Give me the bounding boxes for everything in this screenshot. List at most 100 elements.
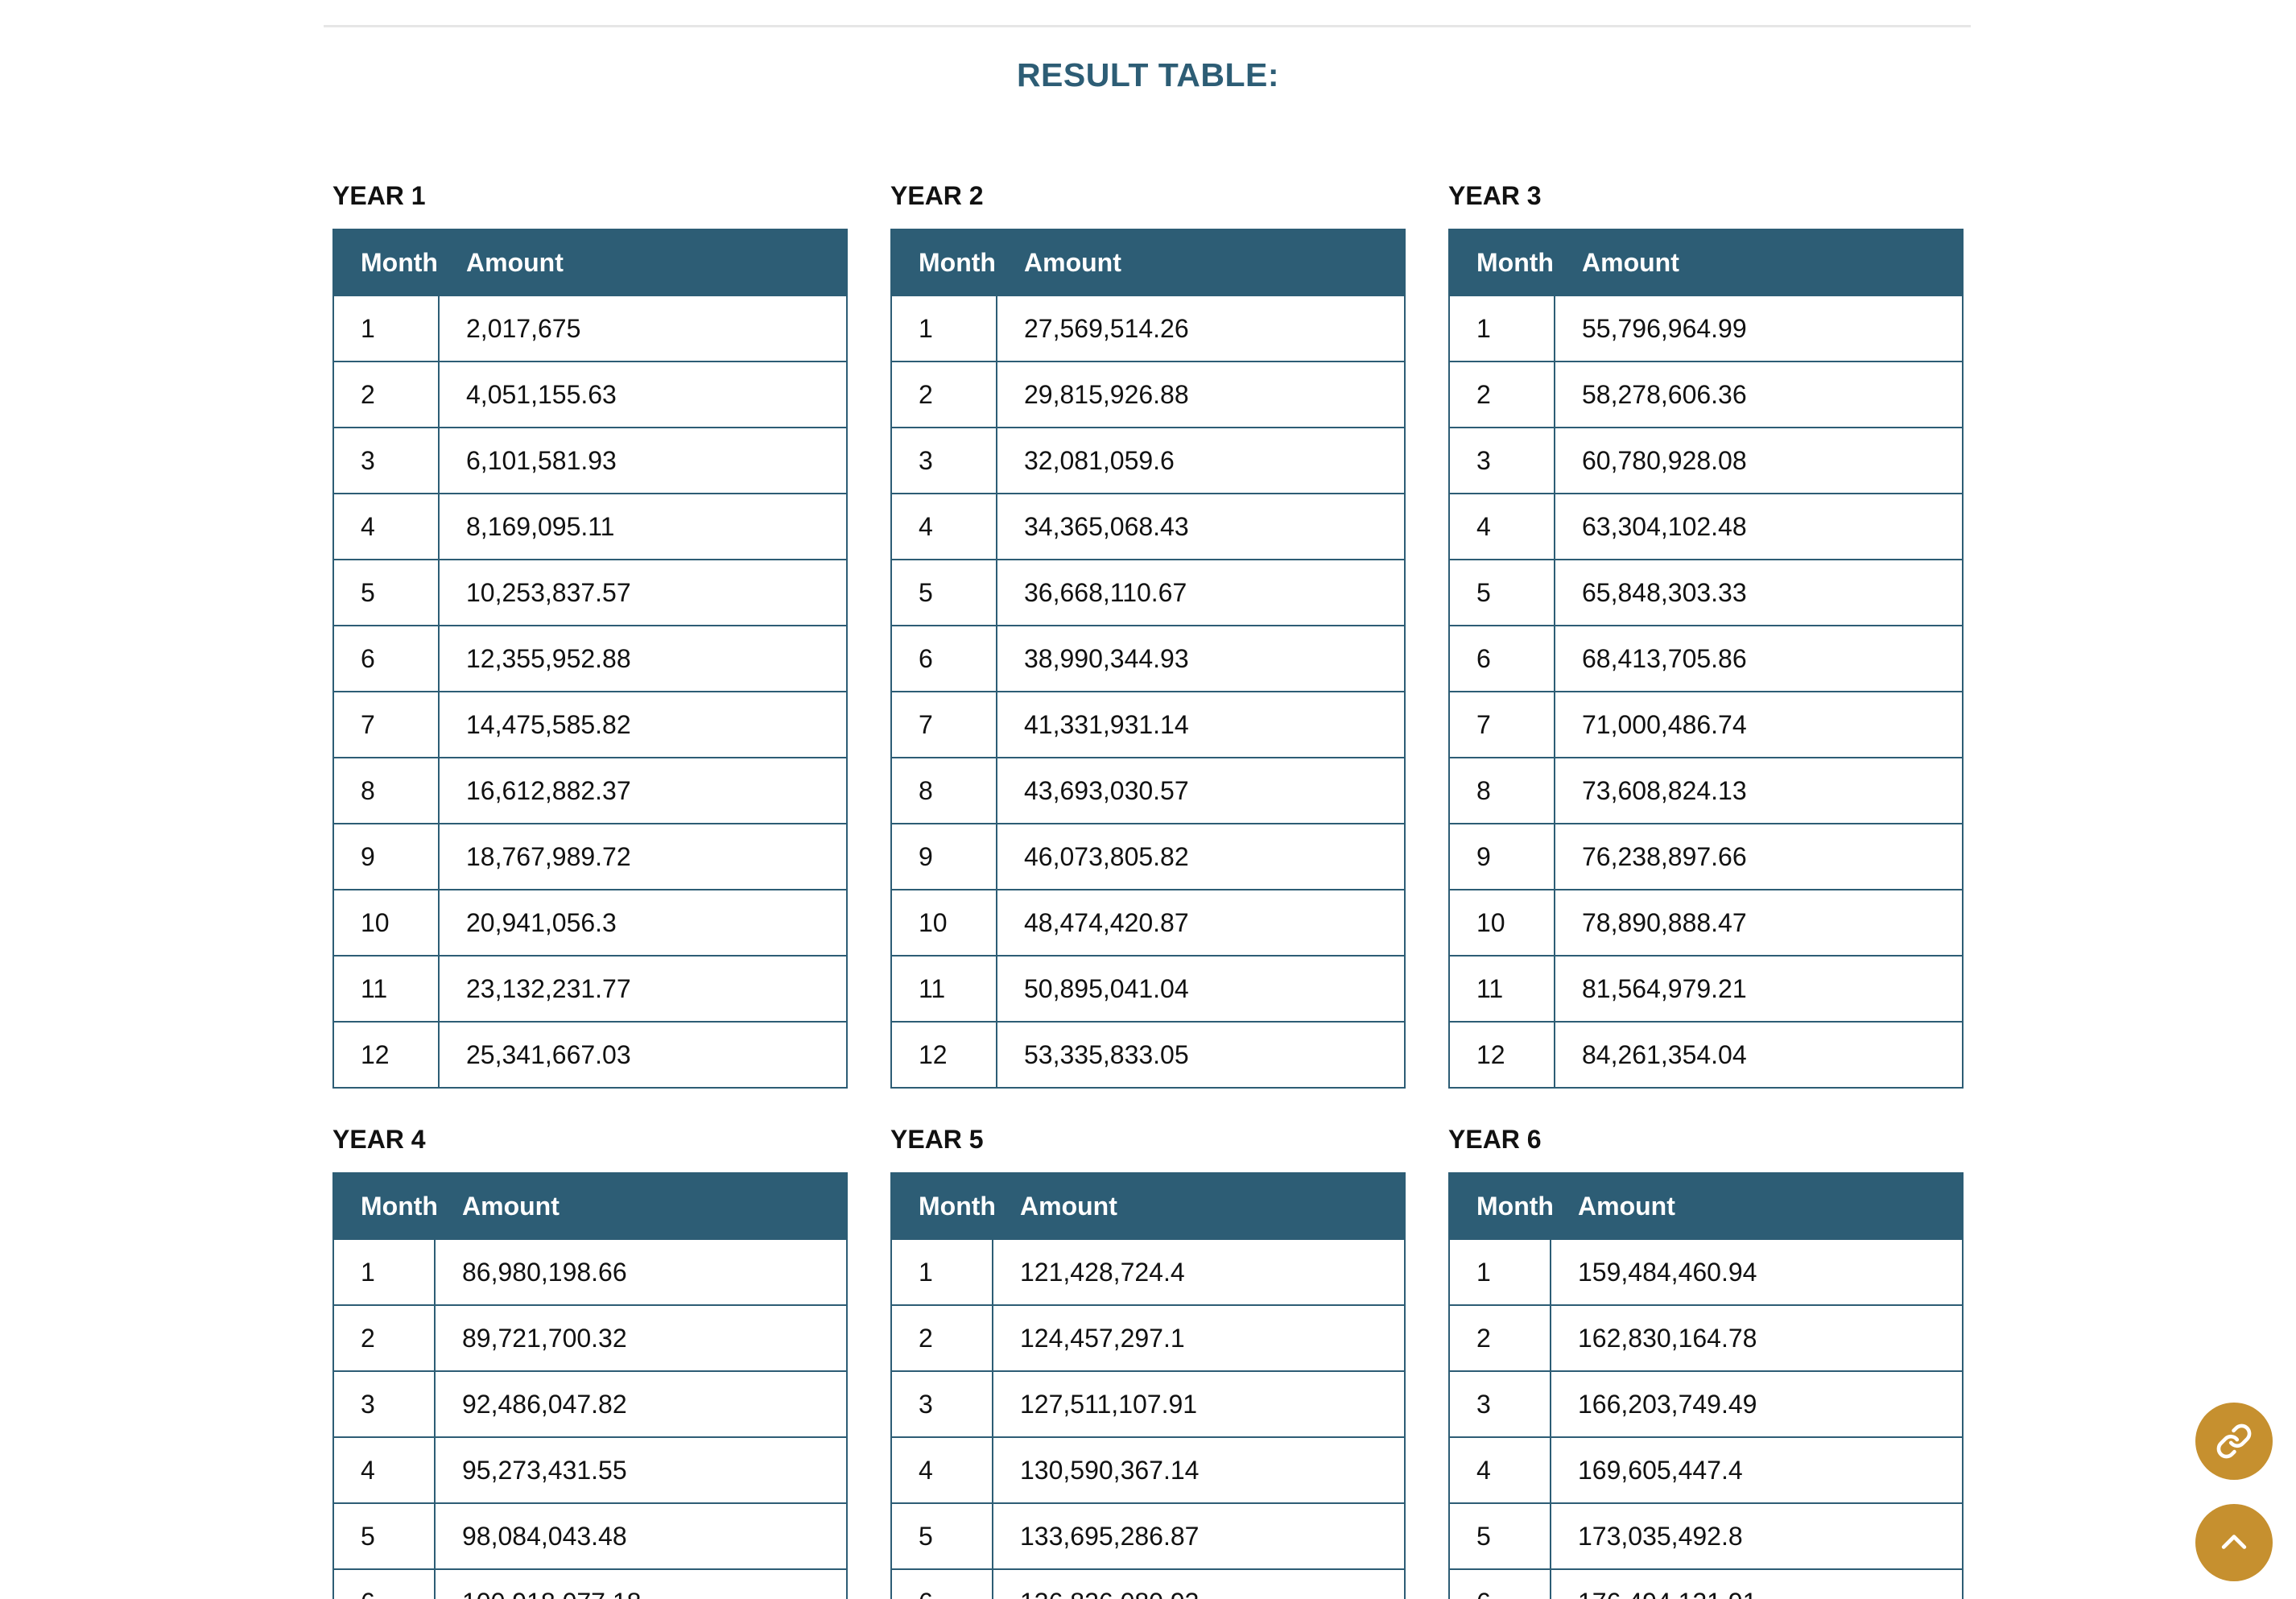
amount-table: Month Amount 1 121,428,724.4 2 124,457,297.1 3… <box>890 1172 1406 1599</box>
month-cell: 6 <box>1448 1568 1551 1599</box>
copy-link-button[interactable] <box>2195 1403 2273 1480</box>
table-row: 11 81,564,979.21 <box>1448 955 1964 1023</box>
table-row: 2 58,278,606.36 <box>1448 361 1964 428</box>
month-cell: 1 <box>890 1238 993 1306</box>
amount-cell: 76,238,897.66 <box>1554 823 1964 890</box>
year-title: YEAR 6 <box>1448 1125 1542 1154</box>
month-cell: 6 <box>890 625 997 692</box>
month-cell: 4 <box>332 1436 436 1504</box>
amount-cell: 73,608,824.13 <box>1554 757 1964 824</box>
year-title: YEAR 1 <box>332 181 426 210</box>
month-cell: 1 <box>332 295 440 362</box>
year-title: YEAR 5 <box>890 1125 984 1154</box>
amount-cell: 100,918,077.18 <box>434 1568 848 1599</box>
table-row: 1 55,796,964.99 <box>1448 295 1964 362</box>
month-cell: 2 <box>1448 361 1555 428</box>
column-header-amount: Amount <box>434 1172 848 1240</box>
top-divider <box>324 25 1971 27</box>
amount-table: Month Amount 1 55,796,964.99 2 58,278,606.36 3… <box>1448 229 1964 1089</box>
column-header-amount: Amount <box>992 1172 1406 1240</box>
month-cell: 1 <box>890 295 997 362</box>
amount-cell: 162,830,164.78 <box>1550 1304 1964 1372</box>
page: RESULT TABLE: YEAR 1 Month Amount 1 2,017,67… <box>0 0 2296 1599</box>
table-row: 7 14,475,585.82 <box>332 691 848 758</box>
amount-cell: 166,203,749.49 <box>1550 1370 1964 1438</box>
month-cell: 6 <box>332 1568 436 1599</box>
table-header-row: Month Amount <box>332 1172 848 1240</box>
amount-cell: 133,695,286.87 <box>992 1502 1406 1570</box>
table-row: 8 16,612,882.37 <box>332 757 848 824</box>
month-cell: 11 <box>890 955 997 1023</box>
amount-cell: 27,569,514.26 <box>996 295 1406 362</box>
amount-cell: 58,278,606.36 <box>1554 361 1964 428</box>
amount-cell: 16,612,882.37 <box>438 757 848 824</box>
table-header-row: Month Amount <box>890 229 1406 296</box>
table-row: 10 48,474,420.87 <box>890 889 1406 957</box>
column-header-month: Month <box>890 1172 996 1240</box>
month-cell: 10 <box>332 889 440 957</box>
year-title: YEAR 2 <box>890 181 984 210</box>
amount-cell: 2,017,675 <box>438 295 848 362</box>
amount-cell: 55,796,964.99 <box>1554 295 1964 362</box>
amount-cell: 38,990,344.93 <box>996 625 1406 692</box>
table-row: 2 29,815,926.88 <box>890 361 1406 428</box>
table-row: 5 98,084,043.48 <box>332 1502 848 1570</box>
amount-cell: 6,101,581.93 <box>438 427 848 494</box>
month-cell: 1 <box>1448 1238 1551 1306</box>
amount-cell: 63,304,102.48 <box>1554 493 1964 560</box>
column-header-month: Month <box>332 229 440 296</box>
table-row: 1 159,484,460.94 <box>1448 1238 1964 1306</box>
table-row: 11 23,132,231.77 <box>332 955 848 1023</box>
scroll-to-top-button[interactable] <box>2195 1504 2273 1581</box>
table-row: 2 162,830,164.78 <box>1448 1304 1964 1372</box>
amount-cell: 68,413,705.86 <box>1554 625 1964 692</box>
month-cell: 11 <box>1448 955 1555 1023</box>
amount-cell: 29,815,926.88 <box>996 361 1406 428</box>
column-header-month: Month <box>332 1172 438 1240</box>
month-cell: 6 <box>332 625 440 692</box>
table-row: 6 38,990,344.93 <box>890 625 1406 692</box>
table-row: 6176,494,121.91 <box>1448 1568 1964 1599</box>
amount-cell: 4,051,155.63 <box>438 361 848 428</box>
table-row: 9 18,767,989.72 <box>332 823 848 890</box>
month-cell: 9 <box>890 823 997 890</box>
amount-cell: 86,980,198.66 <box>434 1238 848 1306</box>
month-cell: 5 <box>1448 1502 1551 1570</box>
amount-table: Month Amount 1 86,980,198.66 2 89,721,700.32 3… <box>332 1172 848 1599</box>
table-row: 3 60,780,928.08 <box>1448 427 1964 494</box>
year-tables-grid: YEAR 1 Month Amount 1 2,017,675 2 4,051,155.63… <box>332 179 1964 1599</box>
amount-cell: 84,261,354.04 <box>1554 1021 1964 1089</box>
table-row: 12 84,261,354.04 <box>1448 1021 1964 1089</box>
amount-cell: 50,895,041.04 <box>996 955 1406 1023</box>
amount-cell: 8,169,095.11 <box>438 493 848 560</box>
month-cell: 12 <box>332 1021 440 1089</box>
month-cell: 4 <box>1448 493 1555 560</box>
table-row: 2 4,051,155.63 <box>332 361 848 428</box>
month-cell: 12 <box>890 1021 997 1089</box>
table-row: 6 12,355,952.88 <box>332 625 848 692</box>
column-header-amount: Amount <box>1550 1172 1964 1240</box>
year-block: YEAR 6 Month Amount 1 159,484,460.94 2 162,830… <box>1448 1122 1964 1599</box>
table-row: 6136,826,080.93 <box>890 1568 1406 1599</box>
amount-cell: 53,335,833.05 <box>996 1021 1406 1089</box>
amount-cell: 20,941,056.3 <box>438 889 848 957</box>
amount-cell: 36,668,110.67 <box>996 559 1406 626</box>
month-cell: 10 <box>890 889 997 957</box>
month-cell: 2 <box>332 361 440 428</box>
table-row: 3 6,101,581.93 <box>332 427 848 494</box>
table-row: 3 32,081,059.6 <box>890 427 1406 494</box>
month-cell: 11 <box>332 955 440 1023</box>
month-cell: 4 <box>332 493 440 560</box>
amount-cell: 65,848,303.33 <box>1554 559 1964 626</box>
table-row: 3 92,486,047.82 <box>332 1370 848 1438</box>
amount-cell: 121,428,724.4 <box>992 1238 1406 1306</box>
table-row: 9 46,073,805.82 <box>890 823 1406 890</box>
amount-cell: 43,693,030.57 <box>996 757 1406 824</box>
amount-cell: 78,890,888.47 <box>1554 889 1964 957</box>
amount-cell: 41,331,931.14 <box>996 691 1406 758</box>
column-header-amount: Amount <box>438 229 848 296</box>
amount-cell: 173,035,492.8 <box>1550 1502 1964 1570</box>
table-row: 2 124,457,297.1 <box>890 1304 1406 1372</box>
month-cell: 3 <box>1448 1370 1551 1438</box>
year-title: YEAR 3 <box>1448 181 1542 210</box>
